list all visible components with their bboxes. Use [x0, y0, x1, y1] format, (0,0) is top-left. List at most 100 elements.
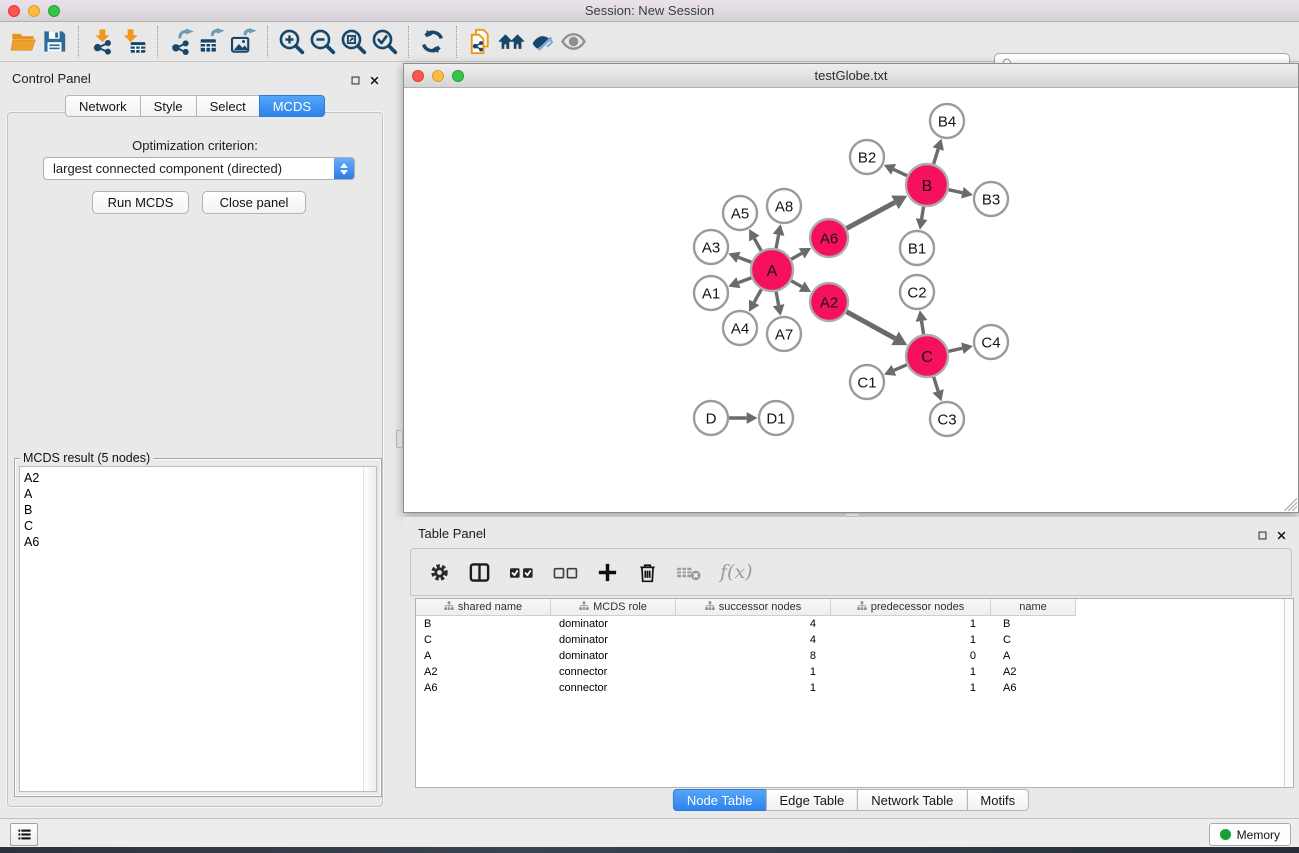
column-header-name[interactable]: name — [991, 599, 1076, 616]
node-B[interactable]: B — [906, 164, 948, 206]
node-B2[interactable]: B2 — [850, 140, 884, 174]
import-table-button[interactable] — [118, 26, 149, 57]
gear-button[interactable] — [428, 561, 451, 584]
edge-A-A2[interactable] — [791, 281, 811, 292]
node-A2[interactable]: A2 — [810, 283, 848, 321]
table-panel-close-icon[interactable] — [1274, 528, 1288, 542]
zoom-in-button[interactable] — [276, 26, 307, 57]
edge-C-C4[interactable] — [948, 342, 972, 354]
column-header-MCDS-role[interactable]: MCDS role — [551, 599, 676, 616]
table-row[interactable]: Bdominator41B — [416, 616, 1293, 632]
close-panel-button[interactable]: Close panel — [202, 191, 306, 214]
table-row[interactable]: A2connector11A2 — [416, 664, 1293, 680]
zoom-out-button[interactable] — [307, 26, 338, 57]
edge-D-D1[interactable] — [729, 412, 758, 424]
node-A3[interactable]: A3 — [694, 230, 728, 264]
table-row[interactable]: A6connector11A6 — [416, 680, 1293, 696]
node-A1[interactable]: A1 — [694, 276, 728, 310]
edge-A-A6[interactable] — [791, 248, 811, 259]
hide-labels-button[interactable] — [527, 26, 558, 57]
column-header-predecessor-nodes[interactable]: predecessor nodes — [831, 599, 991, 616]
edge-B-B1[interactable] — [916, 207, 928, 230]
edge-B-B2[interactable] — [884, 164, 907, 176]
zoom-fit-button[interactable] — [338, 26, 369, 57]
memory-button[interactable]: Memory — [1209, 823, 1291, 846]
node-A6[interactable]: A6 — [810, 219, 848, 257]
node-C3[interactable]: C3 — [930, 402, 964, 436]
node-A7[interactable]: A7 — [767, 317, 801, 351]
add-button[interactable] — [596, 561, 619, 584]
tab-motifs[interactable]: Motifs — [966, 789, 1029, 811]
edge-A-A1[interactable] — [728, 277, 751, 288]
tab-network-table[interactable]: Network Table — [857, 789, 967, 811]
node-C4[interactable]: C4 — [974, 325, 1008, 359]
vertical-splitter-handle[interactable] — [396, 430, 403, 448]
table-panel-float-icon[interactable] — [1255, 528, 1269, 542]
node-A4[interactable]: A4 — [723, 311, 757, 345]
refresh-button[interactable] — [417, 26, 448, 57]
trash-button[interactable] — [636, 561, 659, 584]
mcds-result-item[interactable]: A — [20, 486, 376, 502]
svg-text:A3: A3 — [702, 239, 720, 256]
node-C1[interactable]: C1 — [850, 365, 884, 399]
node-D[interactable]: D — [694, 401, 728, 435]
edge-A6-B[interactable] — [847, 196, 908, 229]
edge-A-A3[interactable] — [728, 252, 751, 263]
edge-B-B4[interactable] — [933, 139, 944, 164]
save-button[interactable] — [39, 26, 70, 57]
table-row[interactable]: Adominator80A — [416, 648, 1293, 664]
clipboard-network-button[interactable] — [465, 26, 496, 57]
node-A[interactable]: A — [751, 249, 793, 291]
criterion-dropdown[interactable]: largest connected component (directed) — [43, 157, 355, 180]
export-network-button[interactable] — [166, 26, 197, 57]
node-C[interactable]: C — [906, 335, 948, 377]
edge-C-C1[interactable] — [884, 365, 907, 376]
tab-node-table[interactable]: Node Table — [673, 789, 767, 811]
zoom-selected-button[interactable] — [369, 26, 400, 57]
table-row[interactable]: Cdominator41C — [416, 632, 1293, 648]
export-image-button[interactable] — [228, 26, 259, 57]
node-B4[interactable]: B4 — [930, 104, 964, 138]
control-panel-float-icon[interactable] — [348, 73, 362, 87]
node-A5[interactable]: A5 — [723, 196, 757, 230]
import-network-button[interactable] — [87, 26, 118, 57]
export-table-button[interactable] — [197, 26, 228, 57]
edge-B-B3[interactable] — [948, 187, 972, 199]
home-double-button[interactable] — [496, 26, 527, 57]
edge-A-A5[interactable] — [749, 229, 761, 251]
run-mcds-button[interactable]: Run MCDS — [92, 191, 189, 214]
edge-A-A7[interactable] — [773, 292, 785, 316]
mcds-result-item[interactable]: A6 — [20, 534, 376, 550]
edge-C-C3[interactable] — [933, 377, 944, 401]
node-B1[interactable]: B1 — [900, 231, 934, 265]
window-resize-grip[interactable] — [1284, 498, 1297, 511]
node-A8[interactable]: A8 — [767, 189, 801, 223]
task-history-button[interactable] — [10, 823, 38, 846]
node-D1[interactable]: D1 — [759, 401, 793, 435]
edge-C-C2[interactable] — [916, 310, 928, 334]
network-canvas[interactable]: A A1 A2 A3 A4 A5 A6 A7 A8 B B1 B2 B3 B4 C C1 C2 C3 C4 D D1 — [404, 89, 1298, 512]
mcds-result-item[interactable]: B — [20, 502, 376, 518]
tab-style[interactable]: Style — [140, 95, 197, 117]
tab-edge-table[interactable]: Edge Table — [765, 789, 858, 811]
tab-select[interactable]: Select — [196, 95, 260, 117]
open-folder-button[interactable] — [8, 26, 39, 57]
split-columns-button[interactable] — [468, 561, 491, 584]
select-all-button[interactable] — [508, 561, 535, 584]
deselect-all-button[interactable] — [552, 561, 579, 584]
mcds-list-scrollbar[interactable] — [363, 467, 376, 791]
node-C2[interactable]: C2 — [900, 275, 934, 309]
mcds-result-item[interactable]: A2 — [20, 470, 376, 486]
control-panel-close-icon[interactable] — [367, 73, 381, 87]
show-details-eye-button[interactable] — [558, 26, 589, 57]
edge-A2-C[interactable] — [847, 312, 908, 346]
tab-network[interactable]: Network — [65, 95, 141, 117]
column-header-successor-nodes[interactable]: successor nodes — [676, 599, 831, 616]
column-header-shared-name[interactable]: shared name — [416, 599, 551, 616]
tab-mcds[interactable]: MCDS — [259, 95, 325, 117]
table-scrollbar[interactable] — [1284, 599, 1293, 787]
edge-A-A4[interactable] — [749, 289, 761, 312]
mcds-result-item[interactable]: C — [20, 518, 376, 534]
node-B3[interactable]: B3 — [974, 182, 1008, 216]
edge-A-A8[interactable] — [773, 224, 785, 248]
